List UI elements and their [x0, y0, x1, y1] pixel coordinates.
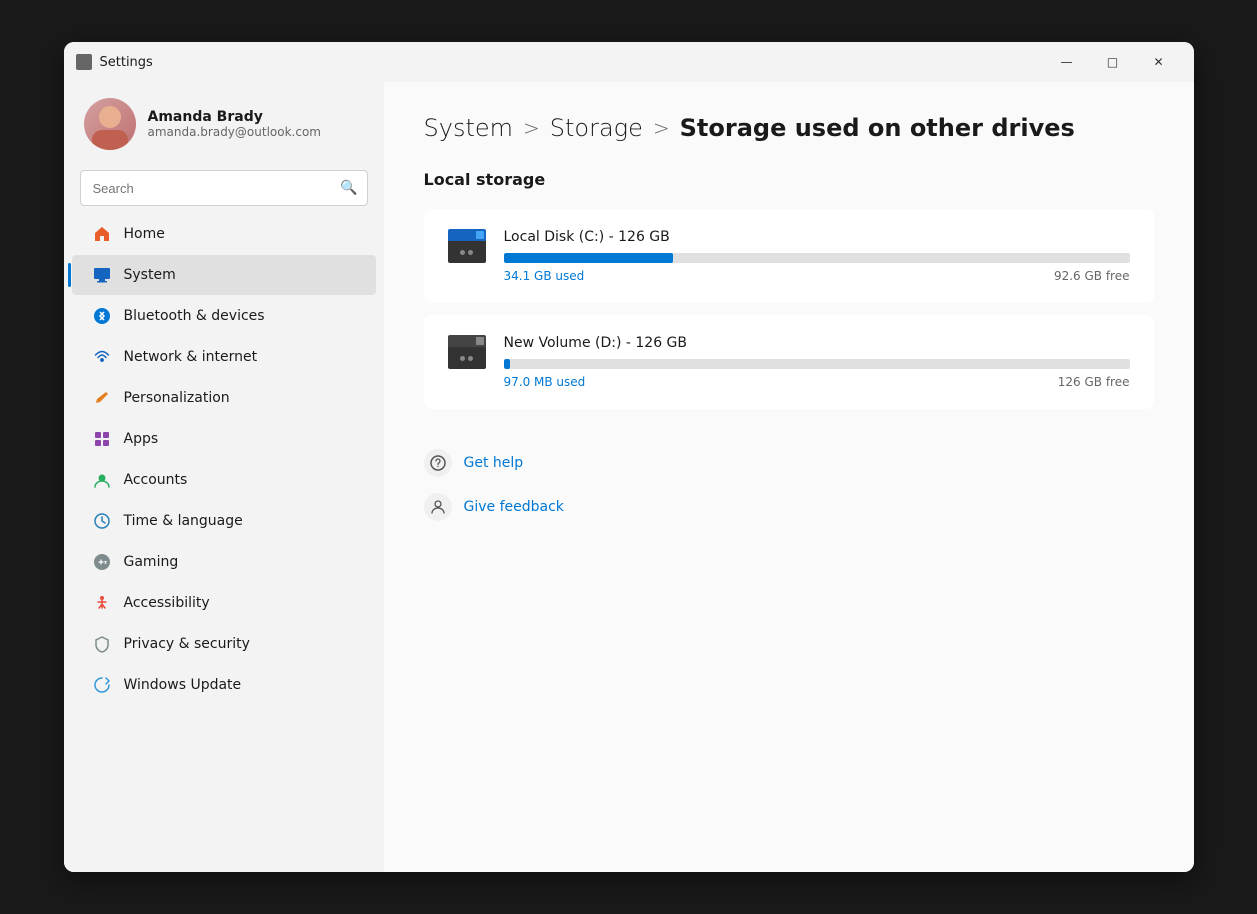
drive-progress-c: [504, 253, 1130, 263]
sidebar-item-accounts[interactable]: Accounts: [72, 460, 376, 500]
avatar: [84, 98, 136, 150]
give-feedback-label: Give feedback: [464, 499, 564, 515]
apps-icon: [92, 429, 112, 449]
drive-info-c: Local Disk (C:) - 126 GB 34.1 GB used 92…: [504, 229, 1130, 283]
drive-icon-c: [448, 229, 488, 265]
help-section: Get help Give feedback: [424, 441, 1154, 529]
drive-fill-c: [504, 253, 673, 263]
sidebar-item-home-label: Home: [124, 226, 165, 242]
drive-icon-d: [448, 335, 488, 371]
maximize-button[interactable]: □: [1090, 46, 1136, 78]
time-icon: [92, 511, 112, 531]
get-help-link[interactable]: Get help: [424, 441, 1154, 485]
sidebar-item-bluetooth[interactable]: Bluetooth & devices: [72, 296, 376, 336]
home-icon: [92, 224, 112, 244]
user-profile[interactable]: Amanda Brady amanda.brady@outlook.com: [64, 82, 384, 170]
network-icon: [92, 347, 112, 367]
personalization-icon: [92, 388, 112, 408]
sidebar-item-time-label: Time & language: [124, 513, 243, 529]
sidebar-item-gaming-label: Gaming: [124, 554, 179, 570]
user-info: Amanda Brady amanda.brady@outlook.com: [148, 109, 321, 139]
gaming-icon: [92, 552, 112, 572]
sidebar-item-network[interactable]: Network & internet: [72, 337, 376, 377]
sidebar-item-home[interactable]: Home: [72, 214, 376, 254]
sidebar-item-privacy-label: Privacy & security: [124, 636, 250, 652]
drive-stats-c: 34.1 GB used 92.6 GB free: [504, 269, 1130, 283]
get-help-label: Get help: [464, 455, 524, 471]
sidebar-item-bluetooth-label: Bluetooth & devices: [124, 308, 265, 324]
search-icon: 🔍: [340, 180, 357, 196]
breadcrumb: System > Storage > Storage used on other…: [424, 114, 1154, 142]
give-feedback-icon: [424, 493, 452, 521]
sidebar-item-system-label: System: [124, 267, 176, 283]
breadcrumb-storage[interactable]: Storage: [550, 114, 643, 142]
window-controls: — □ ✕: [1044, 46, 1182, 78]
accounts-icon: [92, 470, 112, 490]
minimize-button[interactable]: —: [1044, 46, 1090, 78]
sidebar-item-accessibility-label: Accessibility: [124, 595, 210, 611]
drive-free-d: 126 GB free: [1058, 375, 1130, 389]
sidebar: Amanda Brady amanda.brady@outlook.com 🔍: [64, 82, 384, 872]
privacy-icon: [92, 634, 112, 654]
app-icon: [76, 54, 92, 70]
breadcrumb-sep-2: >: [653, 116, 670, 140]
sidebar-item-accessibility[interactable]: Accessibility: [72, 583, 376, 623]
search-input[interactable]: [80, 170, 368, 206]
section-title: Local storage: [424, 170, 1154, 189]
sidebar-nav: Home System: [64, 214, 384, 705]
sidebar-item-time[interactable]: Time & language: [72, 501, 376, 541]
sidebar-item-apps-label: Apps: [124, 431, 159, 447]
get-help-icon: [424, 449, 452, 477]
drive-progress-d: [504, 359, 1130, 369]
user-name: Amanda Brady: [148, 109, 321, 125]
system-icon: [92, 265, 112, 285]
bluetooth-icon: [92, 306, 112, 326]
drive-info-d: New Volume (D:) - 126 GB 97.0 MB used 12…: [504, 335, 1130, 389]
search-box: 🔍: [80, 170, 368, 206]
breadcrumb-system[interactable]: System: [424, 114, 514, 142]
drive-fill-d: [504, 359, 510, 369]
sidebar-item-accounts-label: Accounts: [124, 472, 188, 488]
breadcrumb-sep-1: >: [523, 116, 540, 140]
drive-name-d: New Volume (D:) - 126 GB: [504, 335, 1130, 351]
user-email: amanda.brady@outlook.com: [148, 125, 321, 139]
window-title: Settings: [100, 55, 1044, 70]
drive-card-c[interactable]: Local Disk (C:) - 126 GB 34.1 GB used 92…: [424, 209, 1154, 303]
settings-window: Settings — □ ✕ Amanda Brady amanda.brady…: [64, 42, 1194, 872]
sidebar-item-network-label: Network & internet: [124, 349, 258, 365]
breadcrumb-current: Storage used on other drives: [680, 114, 1075, 142]
sidebar-item-apps[interactable]: Apps: [72, 419, 376, 459]
accessibility-icon: [92, 593, 112, 613]
sidebar-item-personalization-label: Personalization: [124, 390, 230, 406]
window-content: Amanda Brady amanda.brady@outlook.com 🔍: [64, 82, 1194, 872]
drive-used-d: 97.0 MB used: [504, 375, 586, 389]
update-icon: [92, 675, 112, 695]
titlebar: Settings — □ ✕: [64, 42, 1194, 82]
sidebar-item-update-label: Windows Update: [124, 677, 242, 693]
drive-name-c: Local Disk (C:) - 126 GB: [504, 229, 1130, 245]
give-feedback-link[interactable]: Give feedback: [424, 485, 1154, 529]
sidebar-item-gaming[interactable]: Gaming: [72, 542, 376, 582]
drive-free-c: 92.6 GB free: [1054, 269, 1130, 283]
sidebar-item-update[interactable]: Windows Update: [72, 665, 376, 705]
drive-used-c: 34.1 GB used: [504, 269, 585, 283]
drive-stats-d: 97.0 MB used 126 GB free: [504, 375, 1130, 389]
sidebar-item-privacy[interactable]: Privacy & security: [72, 624, 376, 664]
close-button[interactable]: ✕: [1136, 46, 1182, 78]
drive-card-d[interactable]: New Volume (D:) - 126 GB 97.0 MB used 12…: [424, 315, 1154, 409]
sidebar-item-system[interactable]: System: [72, 255, 376, 295]
sidebar-item-personalization[interactable]: Personalization: [72, 378, 376, 418]
main-content: System > Storage > Storage used on other…: [384, 82, 1194, 872]
